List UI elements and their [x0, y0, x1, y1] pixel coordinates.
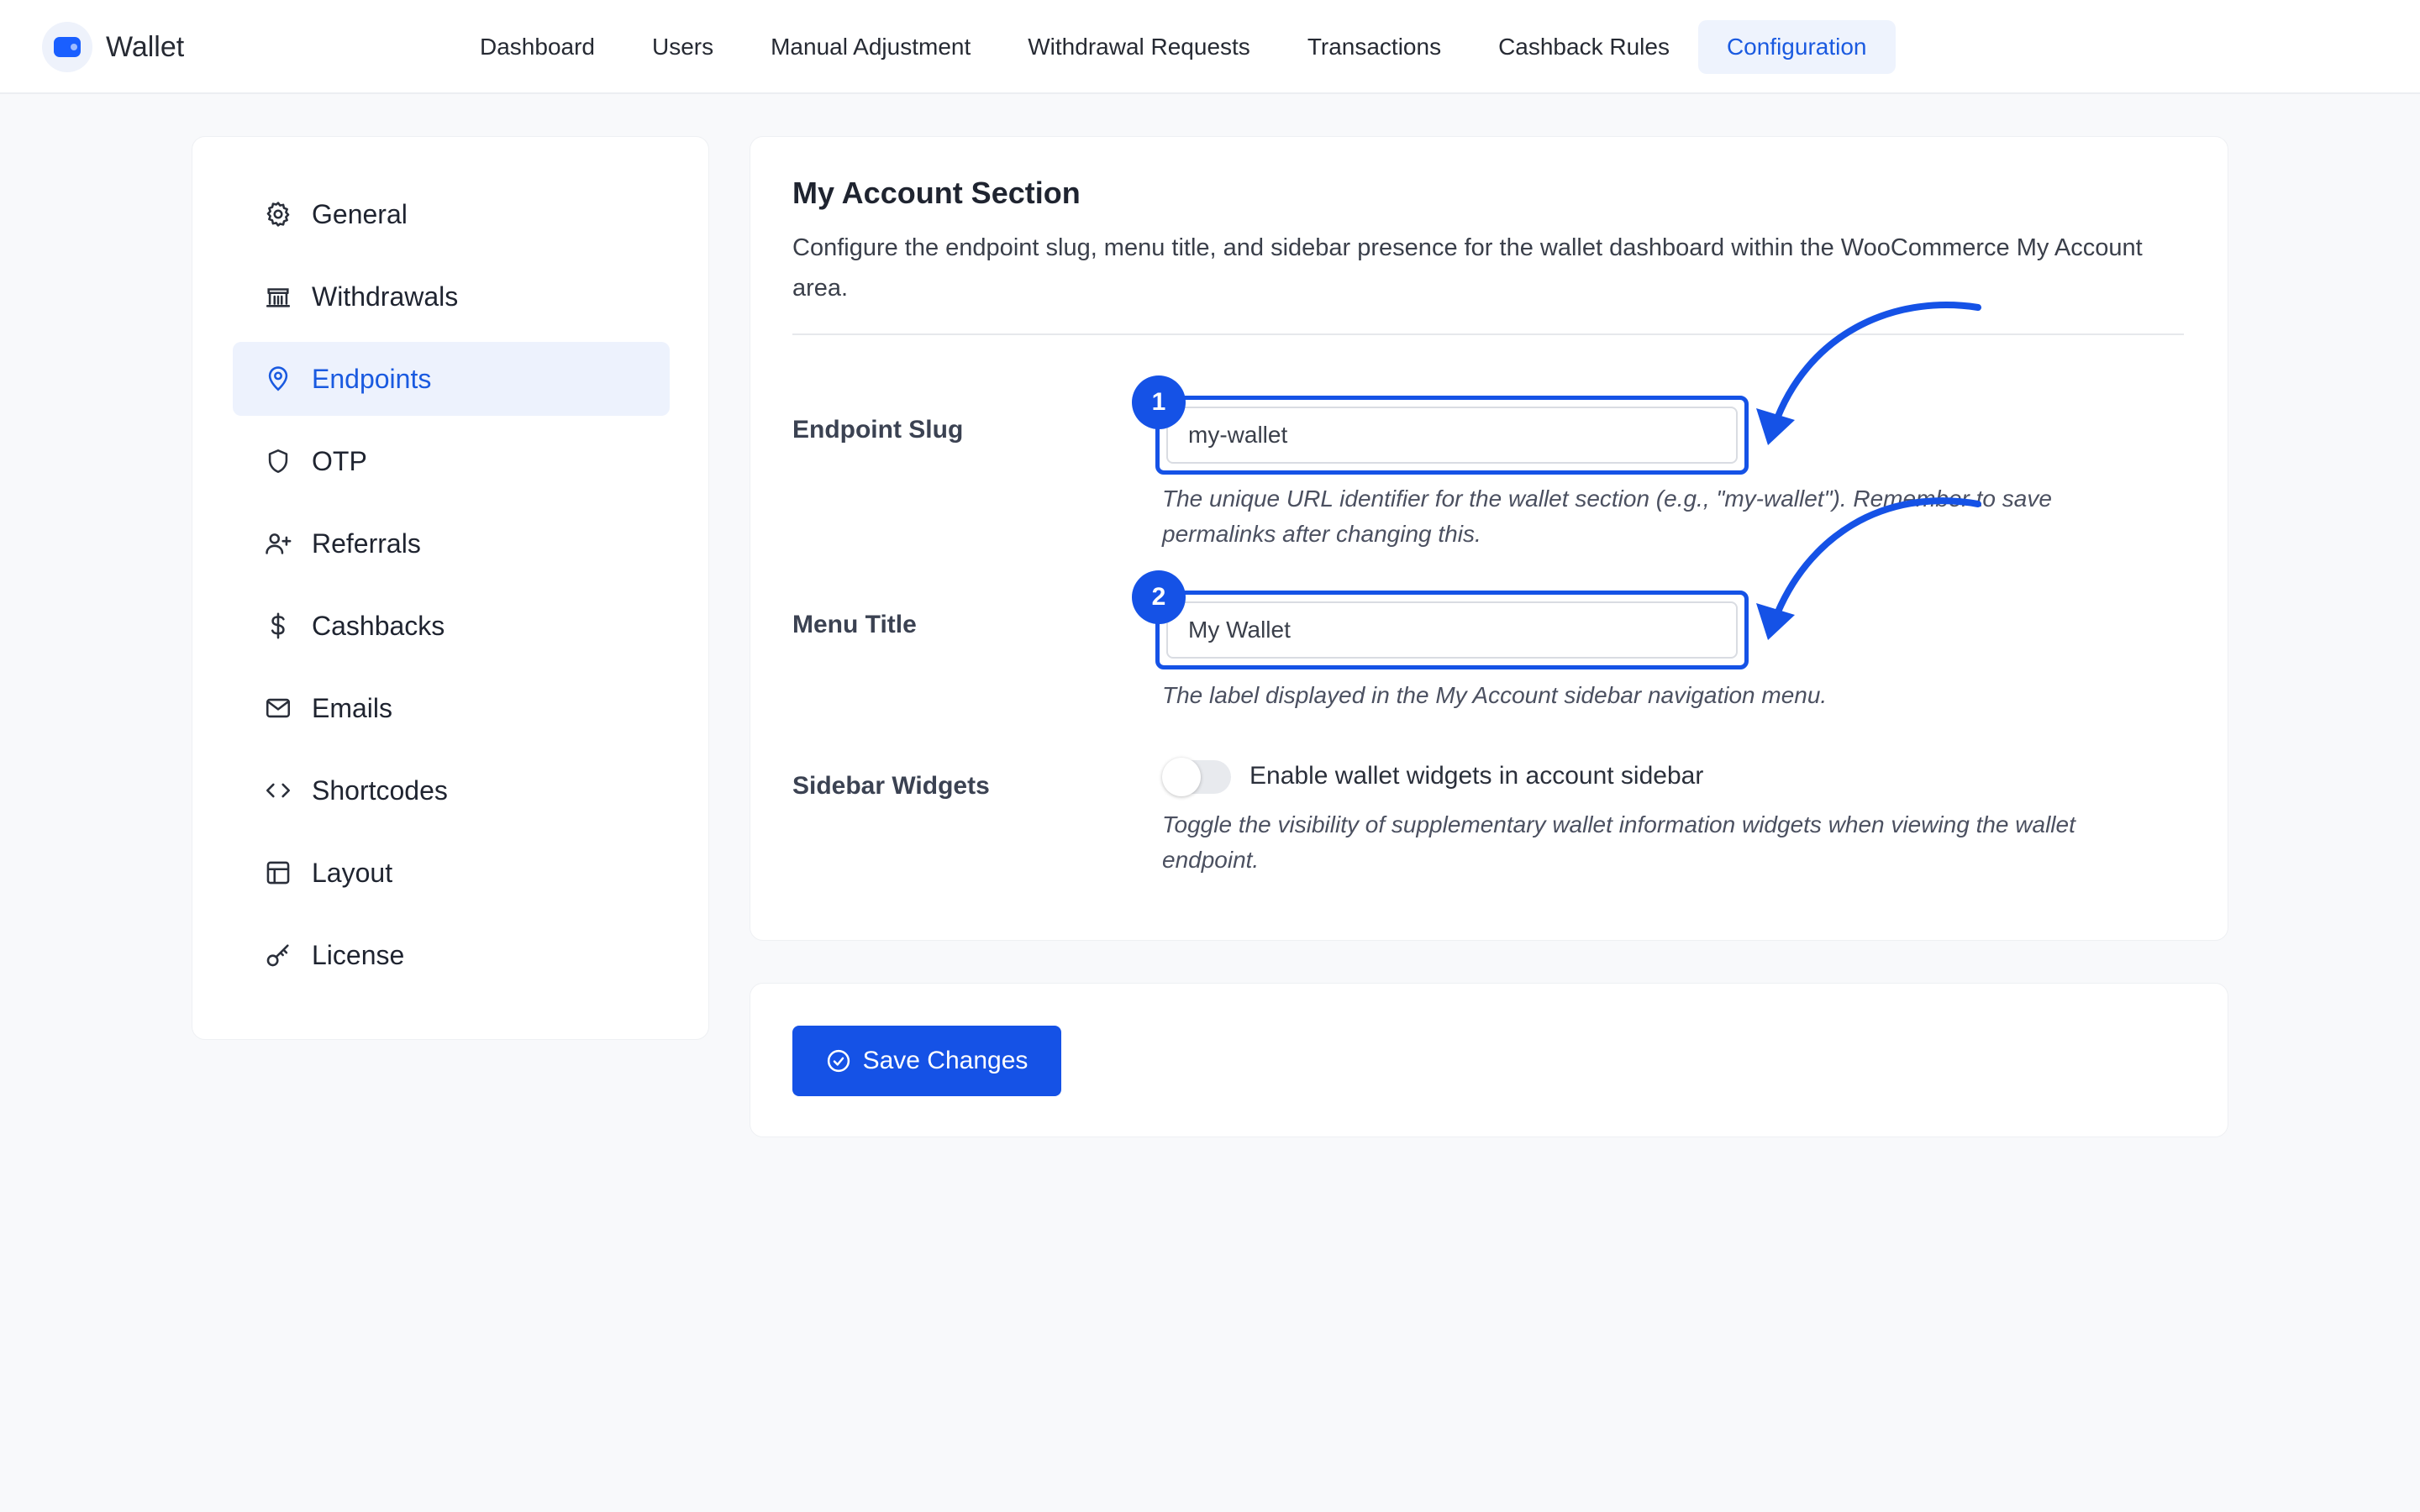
sidebar-widgets-label: Sidebar Widgets [792, 772, 990, 800]
layout-icon [263, 858, 293, 888]
save-card: Save Changes [750, 983, 2228, 1137]
menu-title-highlight [1155, 591, 1749, 669]
menu-title-label: Menu Title [792, 611, 917, 638]
sidebar-item-label: Cashbacks [312, 610, 445, 641]
nav-withdrawal-requests[interactable]: Withdrawal Requests [999, 20, 1279, 74]
top-bar: Wallet Dashboard Users Manual Adjustment… [0, 0, 2420, 94]
nav-dashboard[interactable]: Dashboard [451, 20, 623, 74]
menu-title-input[interactable] [1166, 601, 1738, 659]
endpoint-slug-input[interactable] [1166, 407, 1738, 464]
shield-icon [263, 446, 293, 476]
sidebar-item-label: Emails [312, 692, 393, 723]
sidebar-item-layout[interactable]: Layout [233, 836, 670, 910]
check-circle-icon [827, 1049, 850, 1073]
map-pin-icon [263, 364, 293, 394]
key-icon [263, 940, 293, 970]
nav-manual-adjustment[interactable]: Manual Adjustment [742, 20, 999, 74]
sidebar-widgets-help: Toggle the visibility of supplementary w… [1162, 811, 2075, 873]
wallet-logo-icon [42, 22, 92, 72]
nav-configuration[interactable]: Configuration [1697, 20, 1896, 74]
sidebar-item-label: General [312, 198, 408, 229]
bank-icon [263, 281, 293, 312]
toggle-knob [1162, 758, 1201, 796]
step-badge-2: 2 [1132, 570, 1186, 624]
sidebar-item-label: Referrals [312, 528, 421, 559]
mail-icon [263, 693, 293, 723]
endpoint-slug-highlight [1155, 396, 1749, 475]
code-icon [263, 775, 293, 806]
sidebar-item-otp[interactable]: OTP [233, 424, 670, 498]
endpoint-slug-label: Endpoint Slug [792, 416, 964, 444]
sidebar-widgets-toggle-label: Enable wallet widgets in account sidebar [1249, 762, 1704, 790]
gear-icon [263, 199, 293, 229]
endpoint-slug-help: The unique URL identifier for the wallet… [1162, 486, 2052, 547]
nav-cashback-rules[interactable]: Cashback Rules [1470, 20, 1698, 74]
main-nav: Dashboard Users Manual Adjustment Withdr… [451, 20, 1896, 74]
nav-users[interactable]: Users [623, 20, 742, 74]
app-name: Wallet [106, 30, 185, 63]
user-plus-icon [263, 528, 293, 559]
sidebar-widgets-toggle[interactable] [1162, 758, 1231, 796]
sidebar-item-label: Endpoints [312, 363, 432, 394]
section-title: My Account Section [792, 176, 1081, 210]
save-changes-button[interactable]: Save Changes [792, 1026, 1061, 1096]
sidebar-item-cashbacks[interactable]: Cashbacks [233, 589, 670, 663]
sidebar-item-label: OTP [312, 445, 367, 476]
sidebar-item-emails[interactable]: Emails [233, 671, 670, 745]
nav-transactions[interactable]: Transactions [1279, 20, 1470, 74]
dollar-icon [263, 611, 293, 641]
settings-sidebar: General Withdrawals Endpoints OTP Referr… [192, 136, 709, 1040]
section-divider [792, 333, 2184, 335]
sidebar-item-withdrawals[interactable]: Withdrawals [233, 260, 670, 333]
sidebar-item-label: License [312, 939, 405, 970]
sidebar-item-shortcodes[interactable]: Shortcodes [233, 753, 670, 827]
sidebar-item-referrals[interactable]: Referrals [233, 507, 670, 580]
sidebar-item-label: Layout [312, 857, 393, 888]
sidebar-item-label: Shortcodes [312, 774, 448, 806]
step-badge-1: 1 [1132, 375, 1186, 429]
my-account-section-card: My Account Section Configure the endpoin… [750, 136, 2228, 941]
menu-title-help: The label displayed in the My Account si… [1162, 682, 1828, 708]
brand[interactable]: Wallet [42, 22, 184, 72]
sidebar-item-license[interactable]: License [233, 918, 670, 992]
sidebar-item-general[interactable]: General [233, 177, 670, 251]
save-changes-label: Save Changes [862, 1047, 1028, 1074]
sidebar-item-label: Withdrawals [312, 281, 459, 312]
sidebar-item-endpoints[interactable]: Endpoints [233, 342, 670, 416]
section-description: Configure the endpoint slug, menu title,… [792, 234, 2143, 302]
